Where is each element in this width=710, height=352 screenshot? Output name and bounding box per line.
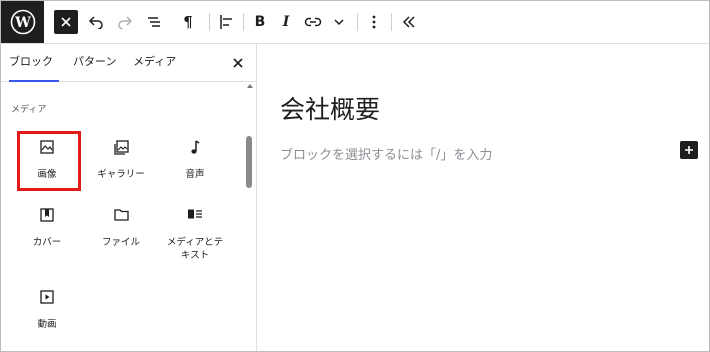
toolbar-divider [243, 13, 244, 31]
paragraph-button[interactable]: ¶ [177, 10, 199, 34]
add-block-button[interactable] [680, 141, 698, 159]
toolbar-divider [391, 13, 392, 31]
collapse-toolbar-button[interactable] [398, 10, 420, 34]
wordpress-logo-icon[interactable]: W [1, 1, 44, 43]
editor-canvas: 会社概要 ブロックを選択するには「/」を入力 [258, 44, 709, 351]
link-button[interactable] [302, 10, 324, 34]
more-formatting-button[interactable] [329, 10, 349, 34]
tab-patterns[interactable]: パターン [73, 44, 123, 82]
redo-icon [118, 16, 133, 29]
editor-window: W ¶ B I ブロック パターン メディア メディア 画像 ギャラリー 音声 … [0, 0, 710, 352]
tab-media[interactable]: メディア [133, 44, 183, 82]
options-button[interactable] [363, 10, 385, 34]
toolbar-divider [357, 13, 358, 31]
plus-icon [685, 146, 693, 154]
align-left-icon [220, 15, 232, 29]
close-inserter-button[interactable] [54, 10, 78, 34]
block-gallery[interactable]: ギャラリー [85, 126, 157, 188]
tab-label: ブロック [9, 55, 53, 68]
block-media-text[interactable]: メディアとテキスト [159, 194, 231, 261]
block-label: カバー [32, 237, 62, 248]
block-label: ギャラリー [97, 169, 145, 180]
chevron-down-icon [334, 19, 344, 26]
list-view-button[interactable] [143, 10, 165, 34]
align-button[interactable] [215, 10, 237, 34]
close-sidebar-button[interactable] [230, 55, 246, 71]
image-block-highlight [17, 131, 81, 191]
block-label: ファイル [101, 237, 140, 248]
page-title[interactable]: 会社概要 [280, 90, 380, 126]
top-toolbar: W ¶ B I [1, 1, 709, 44]
block-label: 音声 [185, 169, 205, 180]
double-chevron-left-icon [402, 16, 415, 28]
audio-icon [191, 140, 200, 154]
cover-icon [40, 208, 54, 222]
list-view-icon [148, 17, 160, 27]
undo-button[interactable] [85, 10, 107, 34]
paragraph-icon: ¶ [183, 13, 193, 31]
scrollbar-thumb[interactable] [246, 136, 252, 188]
block-file[interactable]: ファイル [85, 194, 157, 256]
media-text-icon [188, 209, 202, 219]
section-title: メディア [11, 105, 47, 115]
toolbar-divider [209, 13, 210, 31]
tab-label: パターン [73, 55, 117, 68]
more-vertical-icon [372, 15, 376, 29]
video-icon [40, 290, 54, 304]
inserter-tabs: ブロック パターン メディア [1, 44, 257, 82]
tab-label: メディア [133, 55, 177, 68]
block-label: 動画 [37, 319, 57, 330]
italic-icon: I [282, 14, 290, 30]
redo-button[interactable] [114, 10, 136, 34]
tab-blocks[interactable]: ブロック [9, 44, 59, 82]
scroll-up-arrow-icon[interactable] [247, 84, 253, 88]
undo-icon [88, 16, 103, 29]
block-inserter-sidebar: ブロック パターン メディア メディア 画像 ギャラリー 音声 カバー ファイル… [1, 44, 257, 351]
block-placeholder[interactable]: ブロックを選択するには「/」を入力 [280, 144, 492, 163]
block-label: メディアとテキスト [166, 237, 224, 261]
bold-icon: B [254, 14, 266, 30]
link-icon [304, 17, 322, 27]
close-icon [233, 58, 243, 68]
gallery-icon [113, 140, 129, 155]
folder-icon [113, 209, 129, 221]
block-cover[interactable]: カバー [11, 194, 83, 256]
bold-button[interactable]: B [249, 10, 271, 34]
svg-text:W: W [14, 15, 31, 31]
block-video[interactable]: 動画 [11, 276, 83, 338]
close-icon [61, 17, 71, 27]
block-audio[interactable]: 音声 [159, 126, 231, 188]
italic-button[interactable]: I [275, 10, 297, 34]
